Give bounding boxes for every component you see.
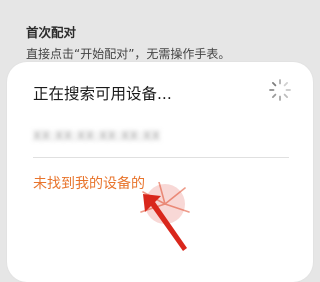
- loading-spinner-icon: [269, 79, 291, 101]
- device-list-item[interactable]: XX:XX:XX:XX:XX:XX: [33, 126, 287, 156]
- section-description: 直接点击“开始配对”，无需操作手表。: [26, 47, 231, 61]
- sheet-title: 正在搜索可用设备...: [33, 85, 172, 103]
- device-search-sheet: 正在搜索可用设备... XX:XX:XX:XX:XX:XX 未找到我的设备的: [7, 62, 313, 282]
- device-name: XX:XX:XX:XX:XX:XX: [33, 129, 161, 143]
- divider: [33, 157, 289, 158]
- tap-hint-arrow-icon: [140, 182, 190, 251]
- device-not-found-link[interactable]: 未找到我的设备的: [33, 173, 145, 193]
- section-title: 首次配对: [26, 25, 77, 40]
